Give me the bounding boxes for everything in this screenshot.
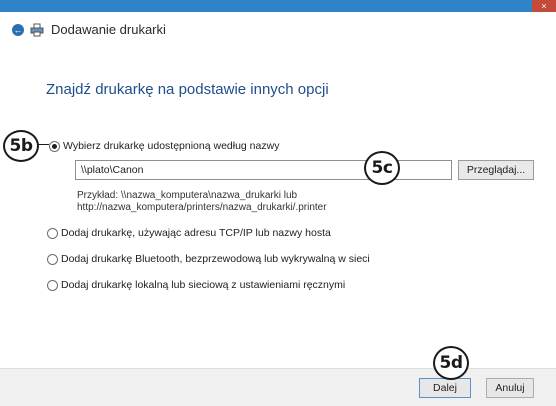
dialog-footer bbox=[0, 368, 556, 406]
radio-button[interactable] bbox=[49, 140, 60, 152]
radio-button[interactable] bbox=[47, 279, 58, 291]
browse-button[interactable]: Przeglądaj... bbox=[458, 160, 534, 180]
cancel-button[interactable]: Anuluj bbox=[486, 378, 534, 398]
example-text: Przykład: \\nazwa_komputera\nazwa_drukar… bbox=[77, 190, 327, 214]
callout-5d: 5d bbox=[433, 346, 469, 380]
next-button[interactable]: Dalej bbox=[419, 378, 471, 398]
option-tcpip[interactable]: Dodaj drukarkę, używając adresu TCP/IP l… bbox=[47, 227, 331, 239]
radio-button[interactable] bbox=[47, 253, 58, 265]
page-heading: Znajdź drukarkę na podstawie innych opcj… bbox=[46, 81, 329, 98]
option-label: Dodaj drukarkę, używając adresu TCP/IP l… bbox=[61, 227, 331, 239]
option-label: Dodaj drukarkę Bluetooth, bezprzewodową … bbox=[61, 253, 370, 265]
radio-button[interactable] bbox=[47, 227, 58, 239]
option-label: Dodaj drukarkę lokalną lub sieciową z us… bbox=[61, 279, 346, 291]
option-label: Wybierz drukarkę udostępnioną według naz… bbox=[63, 140, 280, 152]
example-line: http://nazwa_komputera/printers/nazwa_dr… bbox=[77, 202, 327, 213]
option-local[interactable]: Dodaj drukarkę lokalną lub sieciową z us… bbox=[47, 279, 345, 291]
dialog-header bbox=[0, 12, 556, 68]
dialog-title: Dodawanie drukarki bbox=[51, 22, 166, 37]
close-button[interactable]: × bbox=[532, 0, 556, 12]
back-arrow-icon[interactable]: ← bbox=[12, 24, 24, 36]
option-share-by-name[interactable]: Wybierz drukarkę udostępnioną według naz… bbox=[49, 140, 279, 152]
callout-5c: 5c bbox=[364, 151, 400, 185]
callout-5b: 5b bbox=[3, 130, 39, 162]
printer-icon bbox=[30, 23, 44, 37]
example-line: Przykład: \\nazwa_komputera\nazwa_drukar… bbox=[77, 190, 298, 201]
window-titlebar bbox=[0, 0, 556, 12]
option-bluetooth[interactable]: Dodaj drukarkę Bluetooth, bezprzewodową … bbox=[47, 253, 370, 265]
